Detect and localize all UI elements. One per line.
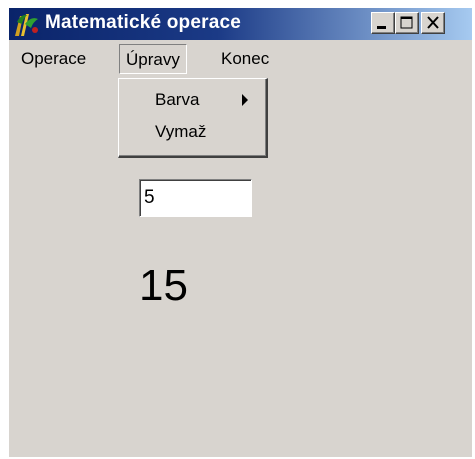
minimize-button[interactable] [371, 12, 395, 34]
menu-upravy[interactable]: Úpravy [119, 44, 187, 74]
close-icon [427, 16, 439, 29]
menu-konec[interactable]: Konec [215, 44, 275, 74]
menu-item-vymaz-label: Vymaž [155, 122, 207, 141]
menu-bar: Operace Úpravy Konec [9, 44, 472, 78]
menu-item-vymaz[interactable]: Vymaž [119, 117, 265, 147]
submenu-arrow-icon [242, 94, 248, 106]
upravy-dropdown-menu: Barva Vymaž [118, 78, 268, 158]
number-input[interactable]: 5 [139, 179, 252, 217]
menu-operace[interactable]: Operace [15, 44, 92, 74]
result-label: 15 [139, 261, 188, 310]
title-bar[interactable]: Matematické operace [9, 8, 472, 40]
window-title: Matematické operace [45, 12, 242, 33]
app-icon[interactable] [11, 10, 41, 38]
maximize-icon [400, 16, 413, 29]
menu-item-barva-label: Barva [155, 90, 200, 109]
number-input-value: 5 [140, 180, 251, 216]
close-button[interactable] [421, 12, 445, 34]
app-window: Matematické operace Operace Úpravy Konec… [9, 8, 472, 457]
menu-item-barva[interactable]: Barva [119, 85, 265, 115]
minimize-icon [377, 26, 386, 29]
maximize-button[interactable] [395, 12, 419, 34]
